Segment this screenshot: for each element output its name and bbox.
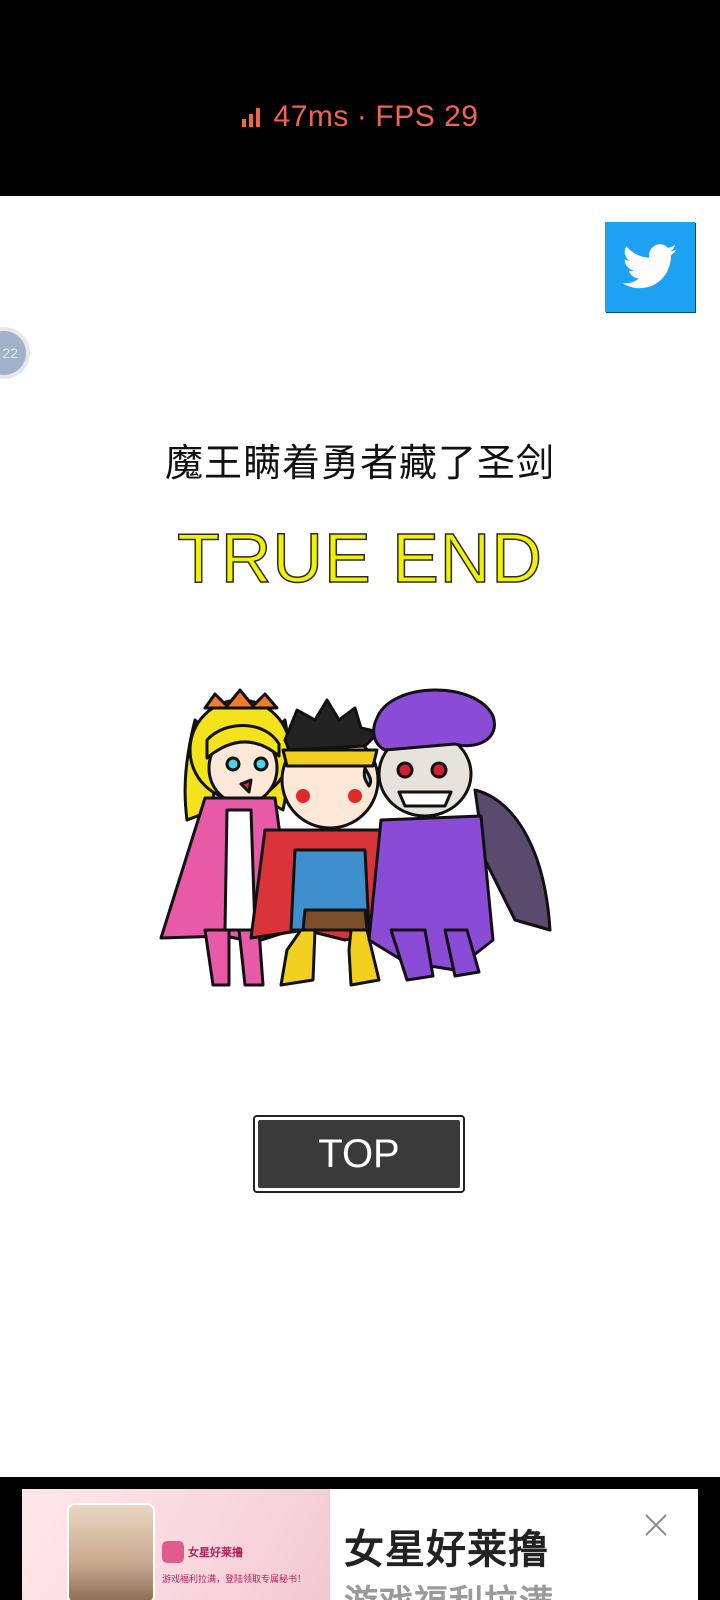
top-button[interactable]: TOP: [253, 1115, 465, 1193]
ad-subtitle[interactable]: 游戏福利拉满: [344, 1575, 554, 1600]
ad-title[interactable]: 女星好莱撸: [344, 1517, 549, 1575]
float-ball-label: 22: [2, 345, 18, 361]
twitter-share-button[interactable]: [605, 222, 695, 312]
ad-app-logo-icon: [162, 1541, 184, 1563]
ad-mini-app-name: 女星好莱撸: [188, 1547, 243, 1559]
close-icon[interactable]: [642, 1511, 670, 1539]
fps-text: FPS 29: [375, 100, 479, 133]
top-button-label: TOP: [258, 1120, 460, 1188]
demon-lord-character: [367, 688, 552, 982]
ad-banner[interactable]: 女星好莱撸 游戏福利拉满，登陆领取专属秘书！ 女星好莱撸 游戏福利拉满: [22, 1489, 698, 1600]
ending-illustration: [159, 688, 552, 987]
status-overlay-bar: 47ms · FPS 29: [0, 0, 720, 196]
twitter-icon: [622, 244, 677, 289]
ending-title: 魔王瞒着勇者藏了圣剑: [164, 443, 555, 485]
latency-text: 47ms: [273, 100, 349, 133]
separator-dot: ·: [356, 100, 368, 133]
signal-strength-icon: [241, 107, 260, 127]
ad-phone-mockup: [67, 1503, 155, 1600]
ending-result: TRUE END: [176, 518, 543, 598]
ad-mini-description: 游戏福利拉满，登陆领取专属秘书！: [162, 1574, 307, 1584]
ad-banner-container: 女星好莱撸 游戏福利拉满，登陆领取专属秘书！ 女星好莱撸 游戏福利拉满: [0, 1477, 720, 1600]
floating-assistant-ball[interactable]: 22: [0, 327, 30, 379]
ad-image[interactable]: 女星好莱撸 游戏福利拉满，登陆领取专属秘书！: [22, 1489, 330, 1600]
performance-readout: 47ms · FPS 29: [0, 100, 720, 134]
